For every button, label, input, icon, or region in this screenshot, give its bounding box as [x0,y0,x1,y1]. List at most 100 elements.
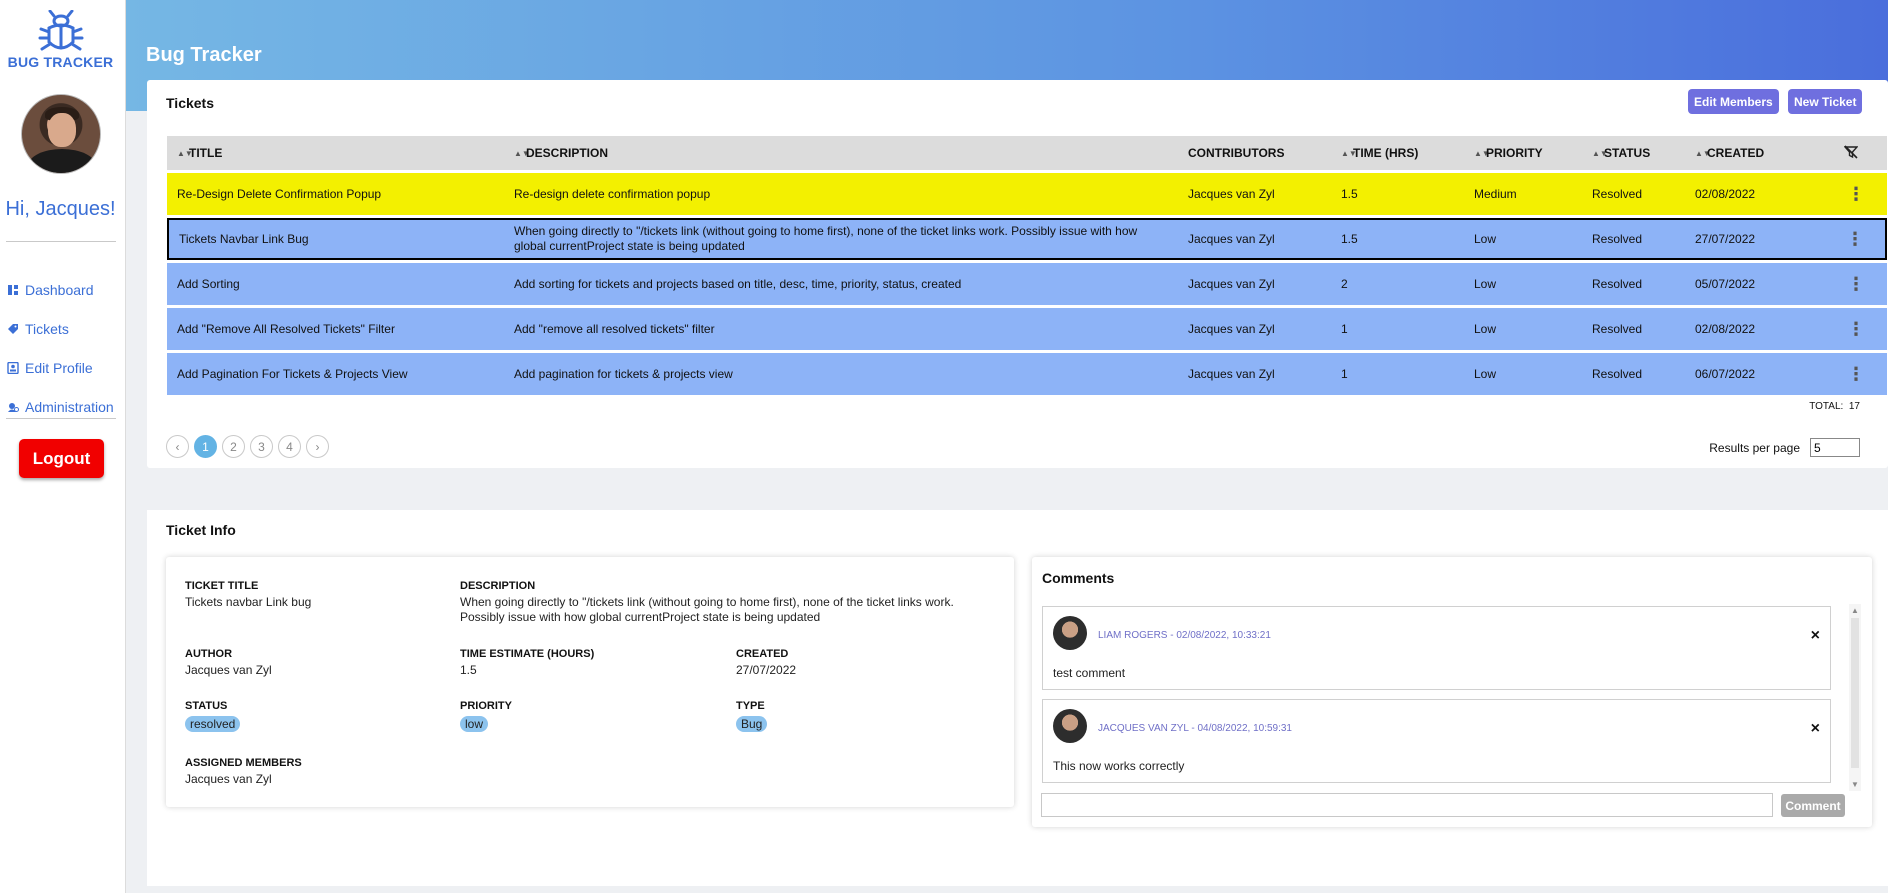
sidebar-item-edit-profile[interactable]: Edit Profile [7,348,121,387]
results-per-page-input[interactable] [1810,438,1860,457]
comment-meta: JACQUES VAN ZYL - 04/08/2022, 10:59:31 [1098,723,1292,734]
comment-button[interactable]: Comment [1781,794,1845,817]
cell-title: Add Sorting [167,263,504,305]
table-row[interactable]: Add Sorting Add sorting for tickets and … [167,263,1887,305]
scroll-thumb[interactable] [1851,618,1859,768]
sidebar-item-dashboard[interactable]: Dashboard [7,270,121,309]
cell-description: Add pagination for tickets & projects vi… [504,353,1178,395]
cell-priority: Low [1464,218,1582,260]
table-row[interactable]: Add "Remove All Resolved Tickets" Filter… [167,308,1887,350]
description-field: DESCRIPTION When going directly to "/tic… [460,580,954,624]
page-button-1[interactable]: 1 [194,435,217,458]
app-root: BUG TRACKER Hi, Jacques! Dashboard Ticke… [0,0,1888,893]
assigned-members-field: ASSIGNED MEMBERS Jacques van Zyl [185,757,302,786]
tickets-card: Tickets Edit Members New Ticket ▲▼TITLE … [147,80,1888,468]
cell-title: Tickets Navbar Link Bug [167,218,504,260]
logo[interactable]: BUG TRACKER [0,10,121,70]
sidebar: BUG TRACKER Hi, Jacques! Dashboard Ticke… [0,0,126,893]
table-row[interactable]: Tickets Navbar Link Bug When going direc… [167,218,1887,260]
page-button-4[interactable]: 4 [278,435,301,458]
row-menu-icon[interactable]: ⋮ [1815,353,1887,395]
cell-created: 27/07/2022 [1685,218,1815,260]
column-header-priority[interactable]: ▲▼PRIORITY [1464,136,1582,170]
admin-icon [8,402,19,412]
comment-item: LIAM ROGERS - 02/08/2022, 10:33:21 × tes… [1042,606,1831,690]
sidebar-item-tickets[interactable]: Tickets [7,309,121,348]
scroll-down-icon[interactable]: ▼ [1851,780,1859,789]
table-row[interactable]: Add Pagination For Tickets & Projects Vi… [167,353,1887,395]
commenter-avatar [1053,616,1087,650]
logout-button[interactable]: Logout [19,439,104,478]
total-value: 17 [1848,401,1860,412]
sort-icon: ▲▼ [1474,149,1490,159]
cell-priority: Medium [1464,173,1582,215]
table-header-row: ▲▼TITLE ▲▼DESCRIPTION CONTRIBUTORS ▲▼TIM… [167,136,1887,170]
sidebar-item-administration[interactable]: Administration [7,387,121,426]
table-row[interactable]: Re-Design Delete Confirmation Popup Re-d… [167,173,1887,215]
cell-priority: Low [1464,308,1582,350]
sort-icon: ▲▼ [177,149,193,159]
column-header-time[interactable]: ▲▼TIME (HRS) [1331,136,1464,170]
sidebar-item-label: Administration [25,398,114,415]
sidebar-item-label: Tickets [25,320,69,337]
column-header-contributors: CONTRIBUTORS [1178,136,1331,170]
cell-priority: Low [1464,263,1582,305]
sort-icon: ▲▼ [1341,149,1357,159]
type-badge: Bug [736,716,768,732]
cell-time: 2 [1331,263,1464,305]
cell-title: Re-Design Delete Confirmation Popup [167,173,504,215]
cell-contributors: Jacques van Zyl [1178,173,1331,215]
cell-status: Resolved [1582,263,1685,305]
column-header-status[interactable]: ▲▼STATUS [1582,136,1685,170]
sort-icon: ▲▼ [514,149,530,159]
cell-created: 02/08/2022 [1685,173,1815,215]
total-count: TOTAL: 17 [1809,401,1860,412]
cell-status: Resolved [1582,308,1685,350]
clear-filter-button[interactable] [1815,136,1887,170]
row-menu-icon[interactable]: ⋮ [1815,218,1887,260]
ticket-icon [8,323,18,334]
page-button-3[interactable]: 3 [250,435,273,458]
column-header-title[interactable]: ▲▼TITLE [167,136,504,170]
cell-priority: Low [1464,353,1582,395]
filter-off-icon [1843,144,1859,159]
author-field: AUTHOR Jacques van Zyl [185,648,272,677]
ticket-info-card: Ticket Info TICKET TITLE Tickets navbar … [147,510,1888,886]
row-menu-icon[interactable]: ⋮ [1815,173,1887,215]
cell-status: Resolved [1582,353,1685,395]
next-page-button[interactable]: › [306,435,329,458]
cell-time: 1.5 [1331,218,1464,260]
cell-title: Add Pagination For Tickets & Projects Vi… [167,353,504,395]
new-ticket-button[interactable]: New Ticket [1788,89,1863,114]
comment-text: test comment [1053,666,1126,680]
row-menu-icon[interactable]: ⋮ [1815,308,1887,350]
tickets-title: Tickets [166,95,214,111]
prev-page-button[interactable]: ‹ [166,435,189,458]
page-title: Bug Tracker [146,44,262,66]
greeting: Hi, Jacques! [5,198,116,220]
column-header-description[interactable]: ▲▼DESCRIPTION [504,136,1178,170]
comments-panel: Comments LIAM ROGERS - 02/08/2022, 10:33… [1032,557,1872,827]
comment-input[interactable] [1041,793,1773,817]
delete-comment-icon[interactable]: × [1811,627,1820,645]
comments-scrollbar[interactable]: ▲ ▼ [1849,604,1861,791]
status-badge: resolved [185,716,241,732]
commenter-avatar [1053,709,1087,743]
delete-comment-icon[interactable]: × [1811,720,1820,738]
ticket-title-field: TICKET TITLE Tickets navbar Link bug [185,580,312,609]
bug-logo-icon [38,10,83,51]
edit-members-button[interactable]: Edit Members [1688,89,1779,114]
page-button-2[interactable]: 2 [222,435,245,458]
sidebar-divider [6,418,116,419]
sidebar-item-label: Edit Profile [25,359,93,376]
created-field: CREATED 27/07/2022 [736,648,797,677]
comment-item: JACQUES VAN ZYL - 04/08/2022, 10:59:31 ×… [1042,699,1831,783]
cell-time: 1 [1331,353,1464,395]
row-menu-icon[interactable]: ⋮ [1815,263,1887,305]
cell-contributors: Jacques van Zyl [1178,353,1331,395]
column-header-created[interactable]: ▲▼CREATED [1685,136,1815,170]
cell-contributors: Jacques van Zyl [1178,263,1331,305]
scroll-up-icon[interactable]: ▲ [1851,606,1859,615]
cell-contributors: Jacques van Zyl [1178,308,1331,350]
cell-created: 05/07/2022 [1685,263,1815,305]
